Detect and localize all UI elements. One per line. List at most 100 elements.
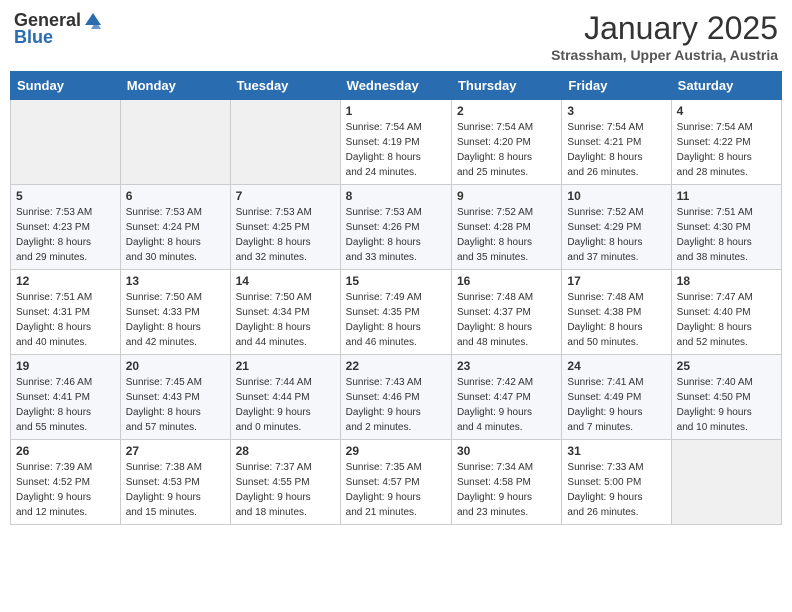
day-info: Sunrise: 7:33 AM Sunset: 5:00 PM Dayligh… [567,460,665,520]
day-info: Sunrise: 7:53 AM Sunset: 4:26 PM Dayligh… [346,205,446,265]
day-info: Sunrise: 7:42 AM Sunset: 4:47 PM Dayligh… [457,375,556,435]
weekday-header: Sunday [11,72,121,100]
day-info: Sunrise: 7:51 AM Sunset: 4:31 PM Dayligh… [16,290,115,350]
calendar-cell [11,100,121,185]
day-info: Sunrise: 7:50 AM Sunset: 4:34 PM Dayligh… [236,290,335,350]
day-number: 23 [457,359,556,373]
day-info: Sunrise: 7:48 AM Sunset: 4:37 PM Dayligh… [457,290,556,350]
weekday-header: Friday [562,72,671,100]
weekday-header: Tuesday [230,72,340,100]
calendar-cell: 7 Sunrise: 7:53 AM Sunset: 4:25 PM Daylig… [230,185,340,270]
day-number: 10 [567,189,665,203]
day-info: Sunrise: 7:37 AM Sunset: 4:55 PM Dayligh… [236,460,335,520]
calendar-cell: 25 Sunrise: 7:40 AM Sunset: 4:50 PM Dayli… [671,355,781,440]
day-number: 26 [16,444,115,458]
calendar-cell: 11Sunrise: 7:51 AM Sunset: 4:30 PM Dayli… [671,185,781,270]
calendar-cell: 14 Sunrise: 7:50 AM Sunset: 4:34 PM Dayli… [230,270,340,355]
calendar-cell: 12 Sunrise: 7:51 AM Sunset: 4:31 PM Dayli… [11,270,121,355]
calendar-cell [230,100,340,185]
calendar-cell: 17 Sunrise: 7:48 AM Sunset: 4:38 PM Dayli… [562,270,671,355]
day-number: 16 [457,274,556,288]
day-info: Sunrise: 7:46 AM Sunset: 4:41 PM Dayligh… [16,375,115,435]
day-number: 31 [567,444,665,458]
calendar-cell: 3 Sunrise: 7:54 AM Sunset: 4:21 PM Daylig… [562,100,671,185]
calendar-cell: 22 Sunrise: 7:43 AM Sunset: 4:46 PM Dayli… [340,355,451,440]
logo-blue: Blue [14,27,53,48]
day-number: 2 [457,104,556,118]
day-info: Sunrise: 7:50 AM Sunset: 4:33 PM Dayligh… [126,290,225,350]
calendar-cell: 2 Sunrise: 7:54 AM Sunset: 4:20 PM Daylig… [451,100,561,185]
calendar-cell: 21 Sunrise: 7:44 AM Sunset: 4:44 PM Dayli… [230,355,340,440]
day-info: Sunrise: 7:53 AM Sunset: 4:23 PM Dayligh… [16,205,115,265]
day-number: 9 [457,189,556,203]
day-info: Sunrise: 7:34 AM Sunset: 4:58 PM Dayligh… [457,460,556,520]
weekday-header: Saturday [671,72,781,100]
calendar-cell: 8Sunrise: 7:53 AM Sunset: 4:26 PM Daylig… [340,185,451,270]
day-number: 5 [16,189,115,203]
day-number: 12 [16,274,115,288]
day-info: Sunrise: 7:51 AM Sunset: 4:30 PM Dayligh… [677,205,776,265]
day-info: Sunrise: 7:54 AM Sunset: 4:22 PM Dayligh… [677,120,776,180]
day-info: Sunrise: 7:39 AM Sunset: 4:52 PM Dayligh… [16,460,115,520]
logo-icon [83,11,103,31]
weekday-header: Monday [120,72,230,100]
calendar-cell: 9Sunrise: 7:52 AM Sunset: 4:28 PM Daylig… [451,185,561,270]
day-info: Sunrise: 7:35 AM Sunset: 4:57 PM Dayligh… [346,460,446,520]
calendar-cell: 15Sunrise: 7:49 AM Sunset: 4:35 PM Dayli… [340,270,451,355]
day-number: 7 [236,189,335,203]
day-number: 29 [346,444,446,458]
calendar-cell: 6 Sunrise: 7:53 AM Sunset: 4:24 PM Daylig… [120,185,230,270]
day-number: 1 [346,104,446,118]
calendar-cell: 5 Sunrise: 7:53 AM Sunset: 4:23 PM Daylig… [11,185,121,270]
calendar-cell: 31 Sunrise: 7:33 AM Sunset: 5:00 PM Dayli… [562,440,671,525]
calendar-cell: 18Sunrise: 7:47 AM Sunset: 4:40 PM Dayli… [671,270,781,355]
calendar-cell: 29 Sunrise: 7:35 AM Sunset: 4:57 PM Dayli… [340,440,451,525]
calendar-cell: 24Sunrise: 7:41 AM Sunset: 4:49 PM Dayli… [562,355,671,440]
weekday-header: Wednesday [340,72,451,100]
calendar-cell: 19 Sunrise: 7:46 AM Sunset: 4:41 PM Dayli… [11,355,121,440]
day-number: 18 [677,274,776,288]
day-info: Sunrise: 7:54 AM Sunset: 4:20 PM Dayligh… [457,120,556,180]
day-number: 25 [677,359,776,373]
calendar-cell: 23 Sunrise: 7:42 AM Sunset: 4:47 PM Dayli… [451,355,561,440]
calendar-cell: 16 Sunrise: 7:48 AM Sunset: 4:37 PM Dayli… [451,270,561,355]
day-info: Sunrise: 7:43 AM Sunset: 4:46 PM Dayligh… [346,375,446,435]
day-info: Sunrise: 7:49 AM Sunset: 4:35 PM Dayligh… [346,290,446,350]
day-info: Sunrise: 7:53 AM Sunset: 4:25 PM Dayligh… [236,205,335,265]
day-info: Sunrise: 7:40 AM Sunset: 4:50 PM Dayligh… [677,375,776,435]
day-number: 22 [346,359,446,373]
day-info: Sunrise: 7:41 AM Sunset: 4:49 PM Dayligh… [567,375,665,435]
day-number: 21 [236,359,335,373]
calendar-cell: 30 Sunrise: 7:34 AM Sunset: 4:58 PM Dayli… [451,440,561,525]
calendar-cell: 1 Sunrise: 7:54 AM Sunset: 4:19 PM Daylig… [340,100,451,185]
calendar-cell: 4 Sunrise: 7:54 AM Sunset: 4:22 PM Daylig… [671,100,781,185]
day-info: Sunrise: 7:53 AM Sunset: 4:24 PM Dayligh… [126,205,225,265]
calendar-cell: 10 Sunrise: 7:52 AM Sunset: 4:29 PM Dayli… [562,185,671,270]
day-number: 30 [457,444,556,458]
day-info: Sunrise: 7:54 AM Sunset: 4:19 PM Dayligh… [346,120,446,180]
calendar-table: SundayMondayTuesdayWednesdayThursdayFrid… [10,71,782,525]
day-info: Sunrise: 7:54 AM Sunset: 4:21 PM Dayligh… [567,120,665,180]
location-subtitle: Strassham, Upper Austria, Austria [551,47,778,63]
calendar-cell: 28 Sunrise: 7:37 AM Sunset: 4:55 PM Dayli… [230,440,340,525]
day-info: Sunrise: 7:52 AM Sunset: 4:29 PM Dayligh… [567,205,665,265]
day-number: 27 [126,444,225,458]
day-number: 28 [236,444,335,458]
day-number: 14 [236,274,335,288]
day-number: 4 [677,104,776,118]
day-number: 20 [126,359,225,373]
day-number: 17 [567,274,665,288]
calendar-cell: 20Sunrise: 7:45 AM Sunset: 4:43 PM Dayli… [120,355,230,440]
month-title: January 2025 [551,10,778,47]
weekday-header: Thursday [451,72,561,100]
title-area: January 2025 Strassham, Upper Austria, A… [551,10,778,63]
day-number: 19 [16,359,115,373]
calendar-cell: 26 Sunrise: 7:39 AM Sunset: 4:52 PM Dayli… [11,440,121,525]
logo: General Blue [14,10,103,48]
day-info: Sunrise: 7:48 AM Sunset: 4:38 PM Dayligh… [567,290,665,350]
day-number: 6 [126,189,225,203]
day-number: 3 [567,104,665,118]
day-number: 13 [126,274,225,288]
day-info: Sunrise: 7:38 AM Sunset: 4:53 PM Dayligh… [126,460,225,520]
day-info: Sunrise: 7:44 AM Sunset: 4:44 PM Dayligh… [236,375,335,435]
